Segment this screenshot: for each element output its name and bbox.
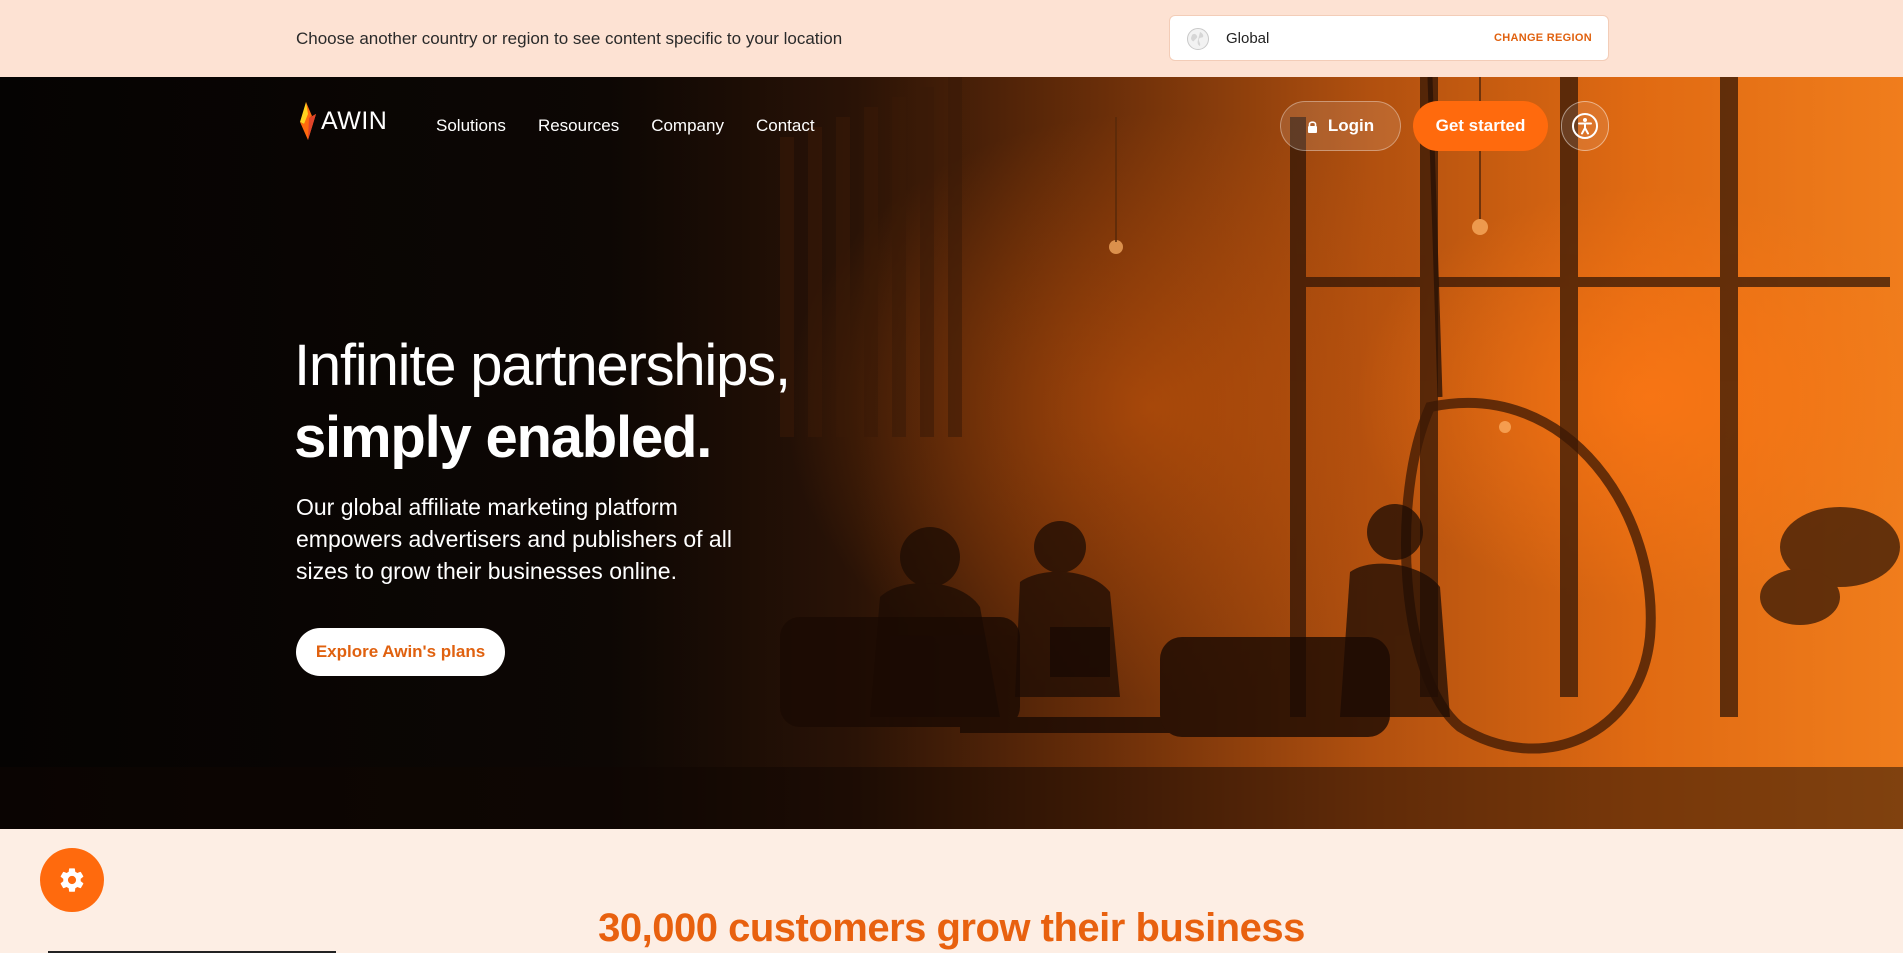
flame-logo-icon	[300, 102, 316, 140]
region-banner: Choose another country or region to see …	[0, 0, 1903, 77]
accessibility-button[interactable]	[1561, 101, 1609, 151]
globe-icon	[1187, 28, 1209, 50]
login-label: Login	[1327, 116, 1375, 135]
nav-item-resources[interactable]: Resources	[538, 116, 619, 136]
hero-background-image	[0, 77, 1903, 829]
hero-section	[0, 77, 1903, 829]
main-nav: Solutions Resources Company Contact	[436, 116, 815, 136]
login-button[interactable]: Login	[1280, 101, 1401, 151]
explore-plans-button[interactable]: Explore Awin's plans	[296, 628, 505, 676]
region-banner-text: Choose another country or region to see …	[296, 29, 843, 48]
gear-icon	[60, 868, 84, 892]
lock-icon	[1307, 120, 1317, 133]
nav-item-solutions[interactable]: Solutions	[436, 116, 506, 136]
nav-item-company[interactable]: Company	[651, 116, 724, 136]
hero-description: Our global affiliate marketing platform …	[296, 494, 732, 584]
nav-item-contact[interactable]: Contact	[756, 116, 815, 136]
cookie-settings-button[interactable]	[40, 848, 104, 912]
logo-text: AWIN	[321, 106, 388, 135]
region-selector[interactable]: Global CHANGE REGION	[1169, 15, 1609, 61]
awin-logo[interactable]: AWIN	[296, 100, 387, 142]
change-region-link[interactable]: CHANGE REGION	[1494, 32, 1592, 44]
customers-heading: 30,000 customers grow their business	[598, 906, 1305, 950]
accessibility-icon	[1572, 113, 1598, 139]
selected-region: Global	[1226, 30, 1270, 47]
get-started-button[interactable]: Get started	[1413, 101, 1548, 151]
hero-headline-line2: simply enabled.	[294, 405, 712, 470]
hero-headline-line1: Infinite partnerships,	[294, 333, 791, 398]
